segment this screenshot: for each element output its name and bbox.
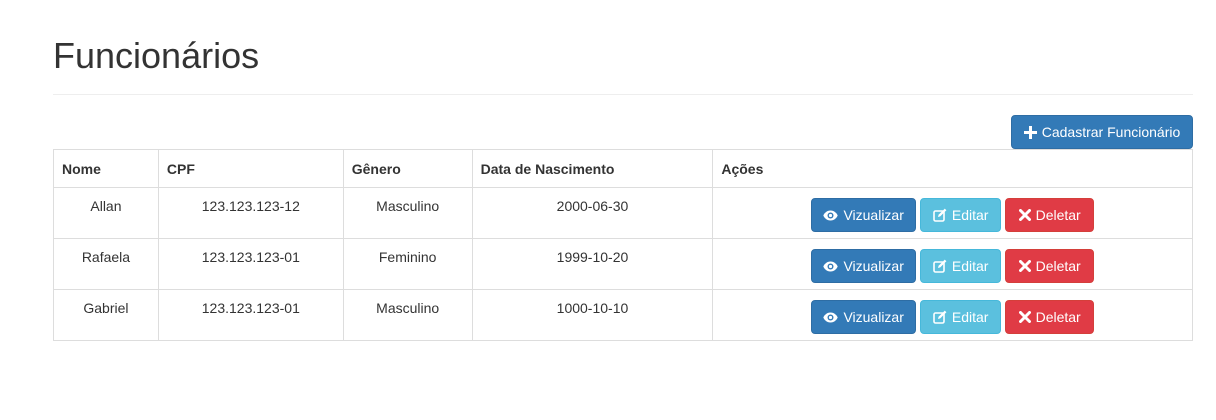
view-button[interactable]: Vizualizar <box>811 249 917 283</box>
delete-button[interactable]: Deletar <box>1005 300 1095 334</box>
view-button[interactable]: Vizualizar <box>811 300 917 334</box>
cell-actions: Vizualizar Editar Deletar <box>712 238 1193 290</box>
cell-nascimento: 2000-06-30 <box>471 187 714 239</box>
eye-icon <box>823 312 839 323</box>
edit-icon <box>933 310 947 324</box>
table-row: Gabriel 123.123.123-01 Masculino 1000-10… <box>53 289 1193 341</box>
header-acoes: Ações <box>712 149 1193 188</box>
row-actions: Vizualizar Editar Deletar <box>721 198 1184 232</box>
view-button[interactable]: Vizualizar <box>811 198 917 232</box>
title-divider <box>53 94 1193 95</box>
edit-button[interactable]: Editar <box>920 198 1002 232</box>
view-label: Vizualizar <box>843 309 904 325</box>
delete-label: Deletar <box>1035 258 1081 274</box>
header-cpf: CPF <box>157 149 344 188</box>
row-actions: Vizualizar Editar Deletar <box>721 249 1184 283</box>
header-genero: Gênero <box>342 149 473 188</box>
edit-button[interactable]: Editar <box>920 249 1002 283</box>
edit-label: Editar <box>951 207 989 223</box>
row-actions: Vizualizar Editar Deletar <box>721 300 1184 334</box>
page-title: Funcionários <box>53 35 260 76</box>
delete-label: Deletar <box>1035 207 1081 223</box>
delete-button[interactable]: Deletar <box>1005 249 1095 283</box>
eye-icon <box>823 261 839 272</box>
close-icon <box>1018 311 1031 323</box>
eye-icon <box>823 210 839 221</box>
close-icon <box>1018 209 1031 221</box>
table-header-row: Nome CPF Gênero Data de Nascimento Ações <box>53 149 1193 188</box>
plus-icon <box>1023 125 1037 139</box>
edit-icon <box>933 208 947 222</box>
cell-actions: Vizualizar Editar Deletar <box>712 289 1193 341</box>
view-label: Vizualizar <box>843 258 904 274</box>
cell-cpf: 123.123.123-01 <box>157 238 344 290</box>
employees-table: Nome CPF Gênero Data de Nascimento Ações… <box>53 149 1193 341</box>
header-nome: Nome <box>53 149 159 188</box>
close-icon <box>1018 260 1031 272</box>
edit-icon <box>933 259 947 273</box>
cell-genero: Feminino <box>342 238 473 290</box>
cell-cpf: 123.123.123-12 <box>157 187 344 239</box>
cell-cpf: 123.123.123-01 <box>157 289 344 341</box>
table-row: Rafaela 123.123.123-01 Feminino 1999-10-… <box>53 238 1193 290</box>
cell-nome: Allan <box>53 187 159 239</box>
cell-actions: Vizualizar Editar Deletar <box>712 187 1193 239</box>
cell-nascimento: 1000-10-10 <box>471 289 714 341</box>
delete-button[interactable]: Deletar <box>1005 198 1095 232</box>
cell-nome: Rafaela <box>53 238 159 290</box>
cell-nascimento: 1999-10-20 <box>471 238 714 290</box>
cell-nome: Gabriel <box>53 289 159 341</box>
edit-label: Editar <box>951 309 989 325</box>
add-employee-label: Cadastrar Funcionário <box>1041 124 1181 140</box>
cell-genero: Masculino <box>342 187 473 239</box>
add-employee-button[interactable]: Cadastrar Funcionário <box>1011 115 1193 149</box>
header-data-nascimento: Data de Nascimento <box>471 149 714 188</box>
delete-label: Deletar <box>1035 309 1081 325</box>
view-label: Vizualizar <box>843 207 904 223</box>
cell-genero: Masculino <box>342 289 473 341</box>
edit-button[interactable]: Editar <box>920 300 1002 334</box>
edit-label: Editar <box>951 258 989 274</box>
table-row: Allan 123.123.123-12 Masculino 2000-06-3… <box>53 187 1193 239</box>
